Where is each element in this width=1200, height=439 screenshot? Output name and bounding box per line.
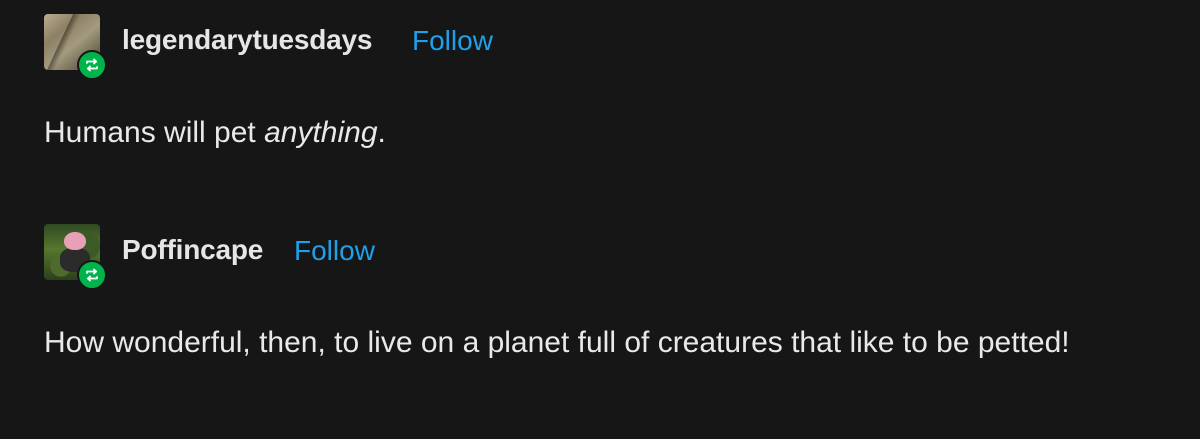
follow-button[interactable]: Follow — [412, 25, 493, 57]
reblog-icon — [77, 260, 107, 290]
post-text-emphasis: anything — [264, 116, 378, 149]
avatar-creature-head — [64, 232, 86, 250]
post-header: Poffincape Follow — [44, 224, 1144, 290]
reblog-icon — [77, 50, 107, 80]
follow-button[interactable]: Follow — [294, 235, 375, 267]
post-text-part: . — [377, 116, 386, 149]
username[interactable]: legendarytuesdays — [122, 24, 372, 56]
username[interactable]: Poffincape — [122, 234, 263, 266]
post-text-part: Humans will pet — [44, 116, 265, 149]
post-text: Humans will pet anything. — [44, 108, 1154, 158]
post-header: legendarytuesdays Follow — [44, 14, 1144, 80]
post-text: How wonderful, then, to live on a planet… — [44, 326, 1070, 359]
